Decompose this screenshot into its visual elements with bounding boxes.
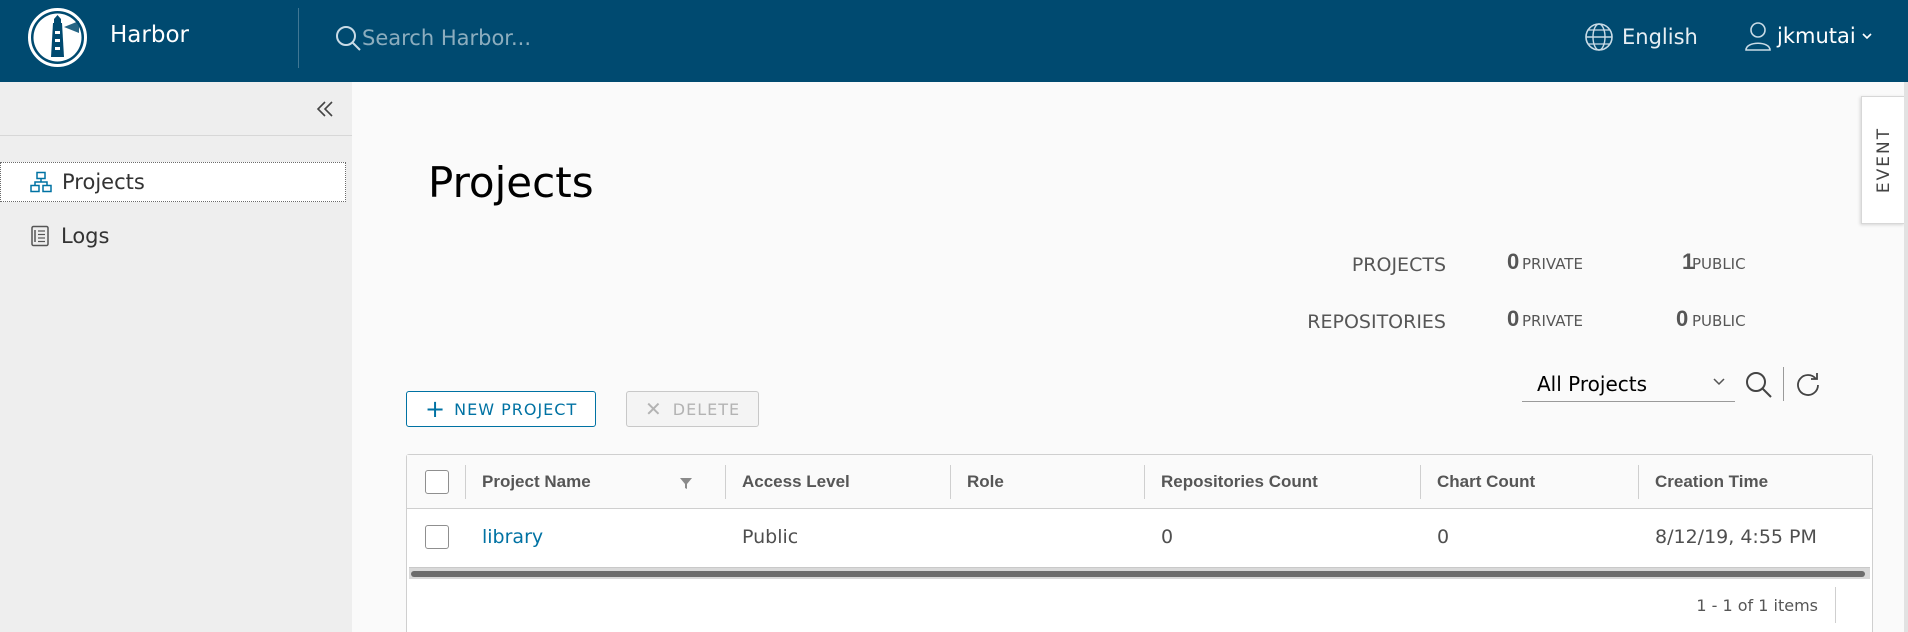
new-project-label: NEW PROJECT	[454, 399, 578, 419]
user-menu[interactable]: jkmutai	[1743, 20, 1874, 52]
column-repositories-count[interactable]: Repositories Count	[1145, 455, 1421, 509]
table-header: Project Name Access Level Role Repositor…	[407, 455, 1872, 509]
filter-icon[interactable]	[679, 476, 693, 490]
horizontal-scrollbar[interactable]	[409, 567, 1870, 579]
footer-separator	[1835, 587, 1836, 623]
filter-selected-value: All Projects	[1537, 371, 1647, 396]
select-all-checkbox[interactable]	[425, 470, 449, 494]
column-header-label: Project Name	[482, 472, 591, 491]
pagination-info: 1 - 1 of 1 items	[1696, 596, 1818, 615]
language-selector[interactable]: English	[1584, 22, 1698, 52]
user-icon	[1745, 22, 1771, 51]
repositories-summary-label: REPOSITORIES	[1307, 311, 1446, 333]
projects-private-count: 0	[1507, 249, 1520, 274]
role-cell	[951, 509, 967, 565]
column-header-label: Role	[967, 472, 1004, 491]
top-header: Harbor English jkmutai	[0, 0, 1908, 82]
delete-label: DELETE	[672, 399, 741, 419]
event-tab-label: EVENT	[1873, 126, 1894, 194]
row-checkbox[interactable]	[425, 525, 449, 549]
creation-time-cell: 8/12/19, 4:55 PM	[1655, 526, 1817, 548]
search-icon	[336, 26, 361, 51]
username: jkmutai	[1777, 24, 1856, 48]
column-access-level[interactable]: Access Level	[726, 455, 951, 509]
projects-table: Project Name Access Level Role Repositor…	[406, 454, 1873, 632]
project-filter-select[interactable]: All Projects	[1522, 366, 1735, 402]
column-header-label: Access Level	[742, 472, 850, 491]
scrollbar-thumb[interactable]	[411, 571, 1865, 577]
event-panel-tab[interactable]: EVENT	[1861, 96, 1905, 224]
access-level-cell: Public	[742, 526, 799, 548]
page-scrollbar[interactable]	[1904, 82, 1908, 632]
logs-icon	[31, 225, 49, 247]
global-search-input[interactable]	[362, 22, 762, 54]
sidebar-collapse-bar	[0, 82, 352, 136]
search-icon[interactable]	[1744, 370, 1774, 400]
column-header-label: Repositories Count	[1161, 472, 1318, 491]
sidebar-item-label: Logs	[61, 224, 110, 248]
public-label: PUBLIC	[1692, 255, 1746, 273]
chart-count-cell: 0	[1437, 526, 1450, 548]
brand-name: Harbor	[110, 22, 189, 48]
sidebar-item-label: Projects	[62, 170, 145, 194]
sidebar-item-projects[interactable]: Projects	[0, 162, 346, 202]
header-divider	[298, 8, 299, 68]
close-icon: ✕	[645, 397, 663, 421]
toolbar-divider	[1783, 367, 1784, 401]
column-header-label: Chart Count	[1437, 472, 1536, 491]
repositories-private-count: 0	[1507, 306, 1520, 331]
projects-summary-label: PROJECTS	[1351, 254, 1446, 276]
public-label: PUBLIC	[1692, 312, 1746, 330]
globe-icon	[1585, 23, 1613, 51]
private-label: PRIVATE	[1522, 255, 1583, 273]
column-role[interactable]: Role	[951, 455, 1145, 509]
column-creation-time[interactable]: Creation Time	[1639, 455, 1869, 509]
sidebar: Projects Logs	[0, 82, 352, 632]
project-name-link[interactable]: library	[466, 509, 543, 565]
double-chevron-left-icon[interactable]	[314, 98, 336, 120]
delete-button[interactable]: ✕ DELETE	[626, 391, 760, 427]
column-header-label: Creation Time	[1655, 472, 1769, 491]
chevron-down-icon	[1713, 378, 1725, 386]
new-project-button[interactable]: + NEW PROJECT	[406, 391, 597, 427]
chevron-down-icon	[1862, 33, 1872, 40]
refresh-icon[interactable]	[1794, 370, 1822, 398]
repositories-count-cell: 0	[1161, 526, 1174, 548]
column-chart-count[interactable]: Chart Count	[1421, 455, 1639, 509]
page-title: Projects	[428, 158, 594, 207]
sidebar-item-logs[interactable]: Logs	[0, 216, 346, 256]
harbor-logo-icon[interactable]	[27, 7, 88, 68]
private-label: PRIVATE	[1522, 312, 1583, 330]
repositories-public-count: 0	[1676, 306, 1689, 331]
organization-icon	[30, 171, 52, 193]
language-label: English	[1622, 25, 1698, 49]
plus-icon: +	[425, 395, 447, 423]
